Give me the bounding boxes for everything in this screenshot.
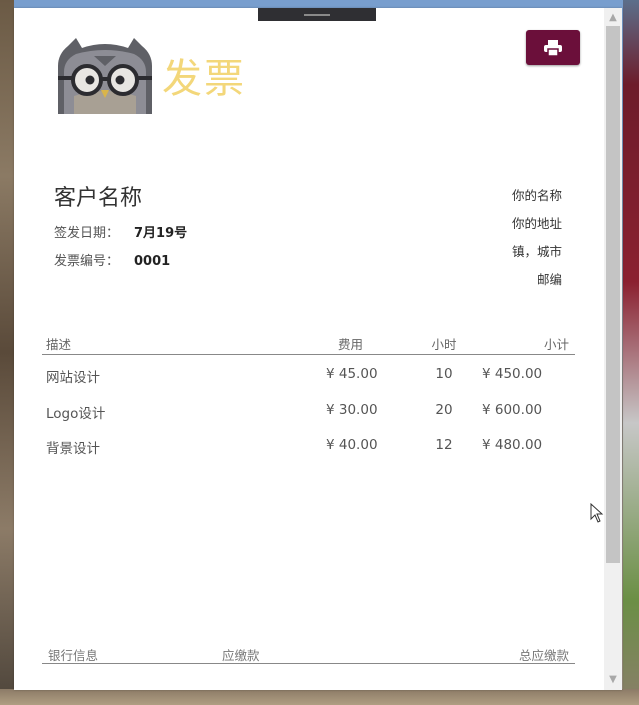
scrollbar-thumb[interactable] bbox=[606, 26, 620, 563]
background-tree bbox=[0, 0, 14, 705]
row-subtotal: ¥ 600.00 bbox=[482, 402, 543, 418]
row-description: 网站设计 bbox=[46, 370, 100, 386]
row-subtotal: ¥ 480.00 bbox=[482, 437, 543, 453]
items-table-header: 描述 费用 小时 小计 bbox=[42, 334, 575, 355]
sender-info: 你的名称 你的地址 镇，城市 邮编 bbox=[512, 182, 562, 294]
owl-logo-icon bbox=[58, 38, 152, 114]
sender-town-city: 镇，城市 bbox=[511, 244, 562, 259]
printer-icon bbox=[544, 39, 562, 56]
background-ground bbox=[0, 689, 639, 705]
table-row: 网站设计 ¥ 45.00 10 ¥ 450.00 bbox=[42, 366, 575, 390]
invoice-window: ▲ ▼ 发票 客户名称 签发日期： 7月19号 发票编号： 0001 你的名称 你的… bbox=[14, 8, 622, 690]
row-subtotal: ¥ 450.00 bbox=[482, 366, 543, 382]
table-row: 背景设计 ¥ 40.00 12 ¥ 480.00 bbox=[42, 437, 575, 461]
row-hours: 20 bbox=[435, 402, 453, 418]
client-name: 客户名称 bbox=[54, 186, 143, 211]
row-description: Logo设计 bbox=[46, 406, 106, 422]
mouse-cursor-icon bbox=[590, 503, 604, 523]
row-rate: ¥ 30.00 bbox=[326, 402, 378, 418]
invoice-number-row: 发票编号： 0001 bbox=[54, 250, 170, 269]
vertical-scrollbar[interactable]: ▲ ▼ bbox=[604, 8, 622, 690]
sender-postcode: 邮编 bbox=[536, 272, 562, 287]
drag-handle-line bbox=[304, 14, 330, 16]
invoice-title: 发票 bbox=[162, 56, 246, 102]
header-rate: 费用 bbox=[338, 337, 364, 352]
bank-info-label: 银行信息 bbox=[48, 648, 99, 663]
total-due-label: 总应缴款 bbox=[518, 648, 569, 663]
row-rate: ¥ 45.00 bbox=[326, 366, 378, 382]
print-button[interactable] bbox=[526, 30, 580, 65]
invoice-footer: 银行信息 应缴款 总应缴款 bbox=[42, 645, 575, 664]
sender-name: 你的名称 bbox=[511, 188, 562, 203]
row-hours: 10 bbox=[435, 366, 453, 382]
amount-due-label: 应缴款 bbox=[222, 648, 260, 663]
header-subtotal: 小计 bbox=[543, 337, 569, 352]
sender-address: 你的地址 bbox=[511, 216, 562, 231]
row-rate: ¥ 40.00 bbox=[326, 437, 378, 453]
invoice-number-label: 发票编号： bbox=[54, 254, 120, 269]
issue-date-label: 签发日期： bbox=[54, 226, 120, 241]
issue-date-value: 7月19号 bbox=[134, 226, 188, 241]
window-drag-handle[interactable] bbox=[258, 8, 376, 21]
row-description: 背景设计 bbox=[46, 441, 100, 457]
table-row: Logo设计 ¥ 30.00 20 ¥ 600.00 bbox=[42, 402, 575, 426]
header-description: 描述 bbox=[46, 337, 72, 352]
issue-date-row: 签发日期： 7月19号 bbox=[54, 222, 187, 241]
background-house bbox=[623, 0, 639, 705]
scroll-up-icon[interactable]: ▲ bbox=[604, 10, 622, 26]
header-hours: 小时 bbox=[431, 337, 457, 352]
scroll-down-icon[interactable]: ▼ bbox=[604, 672, 622, 688]
invoice-number-value: 0001 bbox=[134, 254, 171, 269]
row-hours: 12 bbox=[435, 437, 453, 453]
